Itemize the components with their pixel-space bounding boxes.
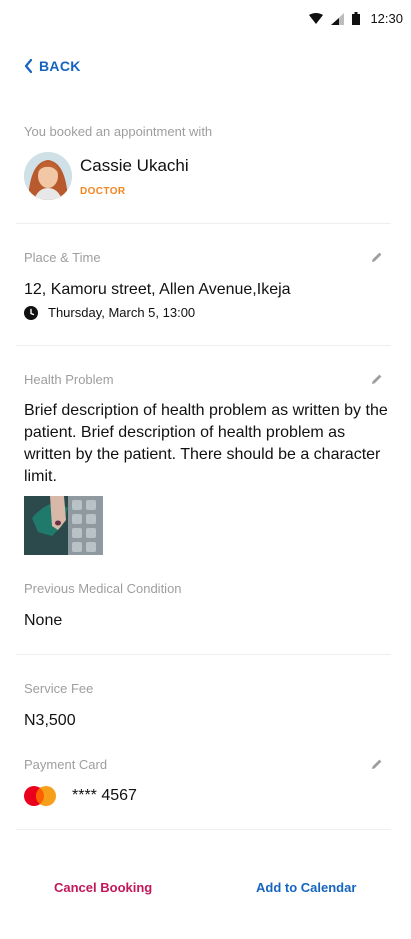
divider	[16, 829, 391, 830]
place-time-label: Place & Time	[24, 250, 101, 265]
back-button[interactable]: BACK	[24, 58, 81, 74]
chevron-left-icon	[24, 59, 32, 73]
health-problem-description: Brief description of health problem as w…	[24, 402, 388, 485]
card-number: **** 4567	[72, 787, 137, 804]
mastercard-icon	[24, 786, 56, 806]
status-bar: 12:30	[0, 0, 411, 36]
clock-icon	[24, 305, 38, 320]
edit-health-problem-icon[interactable]	[371, 373, 383, 385]
doctor-role-badge: DOCTOR	[80, 186, 126, 197]
battery-icon	[352, 12, 361, 25]
health-problem-photo[interactable]	[24, 496, 103, 555]
divider	[16, 223, 391, 224]
cancel-booking-button[interactable]: Cancel Booking	[54, 880, 152, 895]
divider	[16, 345, 391, 346]
back-label: BACK	[39, 58, 81, 74]
health-problem-label: Health Problem	[24, 372, 114, 387]
add-to-calendar-button[interactable]: Add to Calendar	[256, 880, 356, 895]
appointment-time-row: Thursday, March 5, 13:00	[24, 305, 195, 320]
previous-condition-label: Previous Medical Condition	[24, 581, 182, 596]
payment-card-label: Payment Card	[24, 757, 108, 772]
payment-card-row: **** 4567	[24, 786, 137, 806]
status-icons: 12:30	[309, 11, 403, 26]
edit-place-time-icon[interactable]	[371, 251, 383, 263]
appointment-intro: You booked an appointment with	[24, 124, 213, 139]
service-fee-label: Service Fee	[24, 681, 94, 696]
status-time: 12:30	[370, 11, 403, 26]
divider	[16, 654, 391, 655]
wifi-icon	[309, 12, 324, 24]
service-fee-value: N3,500	[24, 712, 76, 729]
doctor-name: Cassie Ukachi	[80, 156, 189, 175]
signal-icon	[331, 12, 345, 25]
previous-condition-value: None	[24, 612, 63, 629]
appointment-datetime: Thursday, March 5, 13:00	[48, 305, 196, 320]
edit-payment-card-icon[interactable]	[371, 758, 383, 770]
appointment-address: 12, Kamoru street, Allen Avenue,Ikeja	[24, 281, 291, 298]
avatar	[24, 152, 72, 200]
